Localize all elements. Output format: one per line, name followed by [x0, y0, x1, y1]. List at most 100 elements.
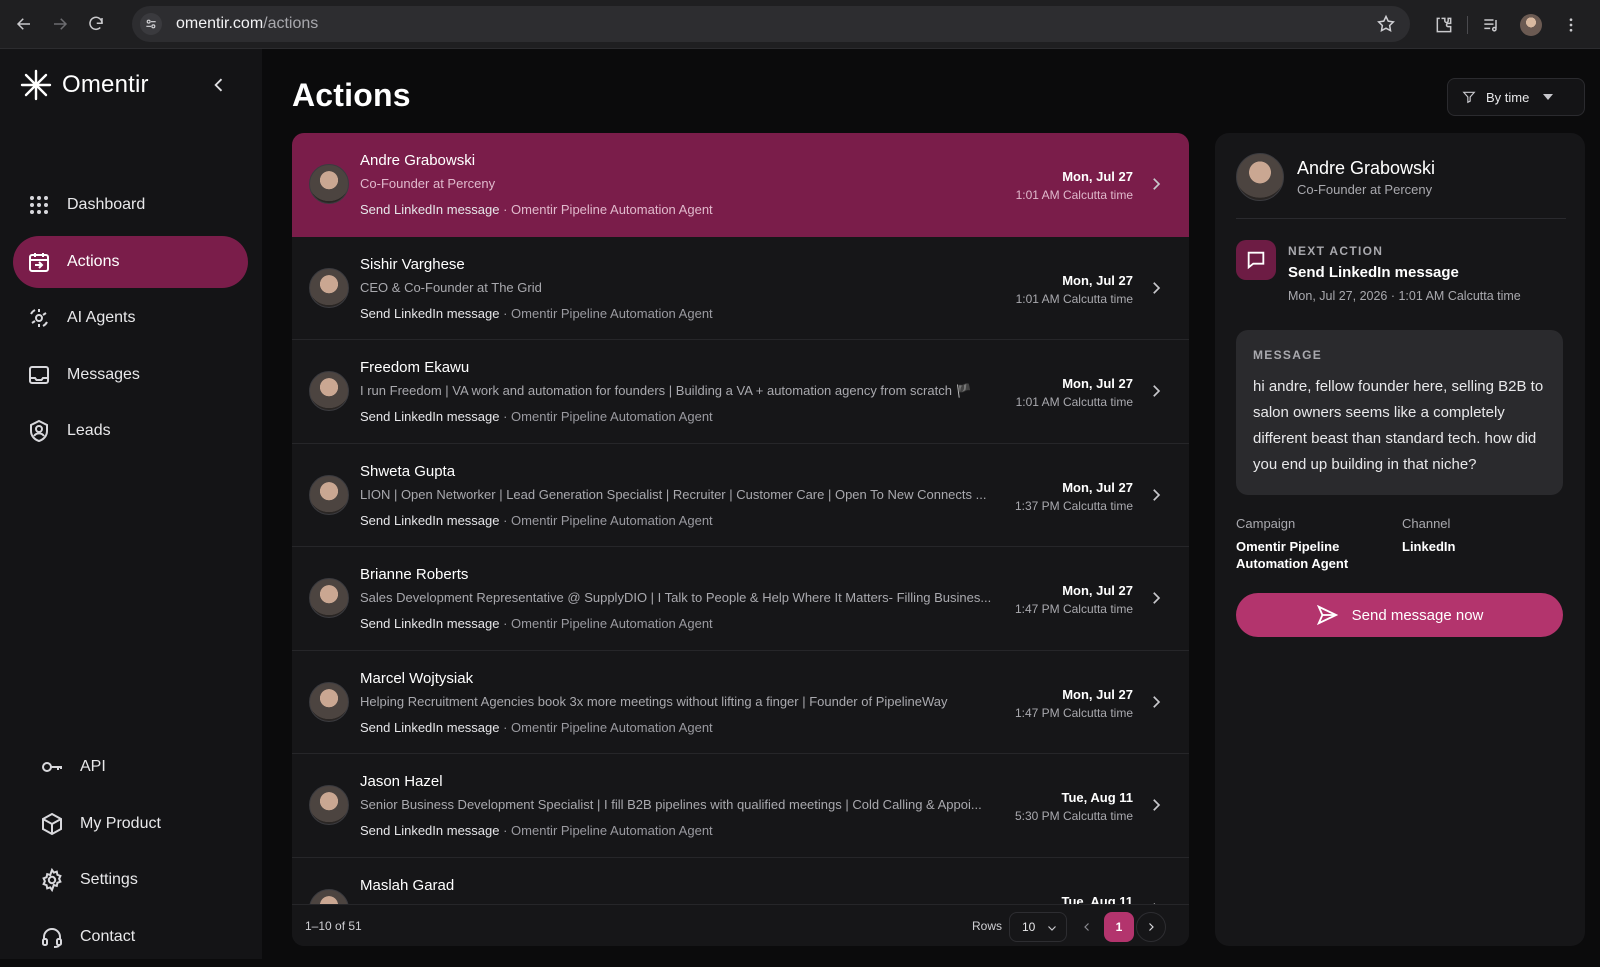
action-time: 1:47 PM Calcutta time: [1014, 705, 1133, 720]
detail-title: Co-Founder at Perceny: [1297, 182, 1433, 197]
prev-page-button[interactable]: [1072, 912, 1102, 942]
action-date: Mon, Jul 27: [1062, 169, 1133, 184]
lead-headline: Co-Founder at Perceny: [360, 176, 496, 191]
chevron-right-icon: [1153, 799, 1161, 811]
ai-agent-icon: [30, 309, 48, 327]
sidebar-item-ai-agents[interactable]: AI Agents: [13, 292, 248, 344]
avatar: [1236, 153, 1284, 201]
grid-icon: [30, 196, 48, 214]
profile-avatar[interactable]: [1514, 8, 1548, 42]
bookmark-star-icon[interactable]: [1376, 14, 1396, 34]
lead-headline: Senior Business Development Specialist |…: [360, 797, 982, 812]
sidebar-item-api[interactable]: API: [26, 741, 248, 793]
extensions-icon[interactable]: [1427, 8, 1461, 42]
page-button-current[interactable]: 1: [1104, 912, 1134, 942]
headset-icon: [42, 927, 62, 948]
sidebar-item-label: Contact: [80, 927, 136, 945]
rows-per-page-select[interactable]: 10: [1009, 912, 1067, 942]
bottom-nav: API My Product Settings Contact: [26, 741, 248, 967]
next-action-label: NEXT ACTION: [1288, 244, 1384, 258]
next-page-button[interactable]: [1136, 912, 1166, 942]
toolbar-divider: [1467, 15, 1468, 34]
action-date: Tue, Aug 11: [1061, 893, 1133, 905]
chevron-right-icon: [1153, 592, 1161, 604]
sidebar-item-label: My Product: [80, 814, 161, 832]
action-time: 1:37 PM Calcutta time: [1014, 498, 1133, 513]
message-bubble-icon: [1236, 240, 1276, 280]
caret-down-icon: [1543, 94, 1554, 100]
address-bar[interactable]: omentir.com/actions: [132, 6, 1410, 42]
lead-headline: Sales Development Representative @ Suppl…: [360, 590, 992, 605]
pagination-summary: 1–10 of 51: [305, 919, 362, 933]
chevron-right-icon: [1149, 923, 1154, 931]
sidebar-item-label: Actions: [67, 252, 120, 270]
avatar: [309, 888, 349, 904]
actions-list: Andre Grabowski Co-Founder at Perceny Send…: [292, 133, 1189, 946]
action-date: Mon, Jul 27: [1062, 479, 1133, 495]
reload-icon[interactable]: [78, 6, 114, 42]
message-preview: MESSAGE hi andre, fellow founder here, s…: [1236, 330, 1563, 495]
browser-menu-icon[interactable]: [1554, 8, 1588, 42]
chevron-right-icon: [1153, 488, 1161, 501]
lead-name: Marcel Wojtysiak: [360, 669, 474, 687]
media-control-icon[interactable]: [1474, 8, 1508, 42]
chevron-down-icon: [1048, 926, 1056, 931]
brand[interactable]: Omentir: [20, 69, 149, 101]
action-type: Send LinkedIn message · Omentir Pipeline…: [360, 305, 713, 321]
action-date: Tue, Aug 11: [1061, 790, 1133, 805]
action-row[interactable]: Maslah Garad Tue, Aug 11: [292, 858, 1189, 905]
lead-name: Jason Hazel: [360, 773, 443, 790]
back-icon[interactable]: [6, 6, 42, 42]
detail-name[interactable]: Andre Grabowski: [1297, 158, 1435, 179]
sidebar-item-label: Settings: [80, 871, 138, 888]
lead-name: Shweta Gupta: [360, 462, 456, 480]
next-action-time: Mon, Jul 27, 2026 · 1:01 AM Calcutta tim…: [1288, 289, 1521, 303]
lead-name: Sishir Varghese: [360, 255, 465, 273]
message-text: hi andre, fellow founder here, selling B…: [1253, 378, 1544, 473]
site-settings-icon[interactable]: [140, 13, 162, 35]
action-time: 1:01 AM Calcutta time: [1015, 395, 1133, 409]
send-message-now-button[interactable]: Send message now: [1236, 593, 1563, 637]
calendar-action-icon: [29, 252, 49, 272]
sidebar-item-leads[interactable]: Leads: [13, 405, 248, 457]
sidebar-item-my-product[interactable]: My Product: [26, 798, 248, 850]
action-type: Send LinkedIn message · Omentir Pipeline…: [360, 823, 713, 838]
action-row[interactable]: Sishir Varghese CEO & Co-Founder at The G…: [292, 237, 1189, 340]
omentir-logo-icon: [20, 69, 52, 101]
action-date: Mon, Jul 27: [1062, 272, 1133, 288]
action-row[interactable]: Brianne Roberts Sales Development Represe…: [292, 547, 1189, 651]
action-row[interactable]: Andre Grabowski Co-Founder at Perceny Send…: [292, 133, 1189, 237]
chevron-right-icon: [1153, 178, 1161, 190]
forward-icon[interactable]: [42, 6, 78, 42]
rows-label: Rows: [972, 919, 1003, 933]
avatar: [309, 371, 349, 411]
action-time: 1:47 PM Calcutta time: [1014, 602, 1133, 616]
campaign-label: Campaign: [1236, 516, 1296, 531]
action-row[interactable]: Freedom Ekawu I run Freedom | VA work and…: [292, 340, 1189, 444]
sidebar-item-messages[interactable]: Messages: [13, 349, 248, 401]
action-row[interactable]: Jason Hazel Senior Business Development S…: [292, 754, 1189, 858]
lead-name: Freedom Ekawu: [360, 359, 470, 376]
lead-headline: I run Freedom | VA work and automation f…: [360, 383, 972, 398]
action-time: 1:01 AM Calcutta time: [1015, 188, 1133, 202]
sidebar-item-label: AI Agents: [67, 309, 136, 326]
browser-actions: [1427, 0, 1600, 49]
sort-dropdown[interactable]: By time: [1447, 78, 1585, 116]
send-button-label: Send message now: [1351, 606, 1484, 624]
collapse-sidebar-icon[interactable]: [205, 71, 233, 99]
sidebar-item-dashboard[interactable]: Dashboard: [13, 179, 248, 231]
channel-value: LinkedIn: [1402, 539, 1456, 554]
sidebar-item-actions[interactable]: Actions: [13, 235, 248, 288]
action-row[interactable]: Marcel Wojtysiak Helping Recruitment Agen…: [292, 651, 1189, 754]
sidebar-item-label: API: [80, 758, 106, 775]
gear-icon: [42, 868, 62, 892]
sidebar-item-contact[interactable]: Contact: [26, 911, 248, 963]
action-row[interactable]: Shweta Gupta LION | Open Networker | Lead…: [292, 444, 1189, 547]
action-date: Mon, Jul 27: [1062, 376, 1133, 391]
action-type: Send LinkedIn message · Omentir Pipeline…: [360, 719, 713, 735]
sidebar-item-label: Messages: [67, 365, 140, 383]
avatar: [309, 164, 349, 204]
avatar: [309, 474, 349, 515]
sidebar-item-settings[interactable]: Settings: [26, 854, 248, 906]
detail-header: Andre Grabowski Co-Founder at Perceny: [1236, 153, 1566, 219]
